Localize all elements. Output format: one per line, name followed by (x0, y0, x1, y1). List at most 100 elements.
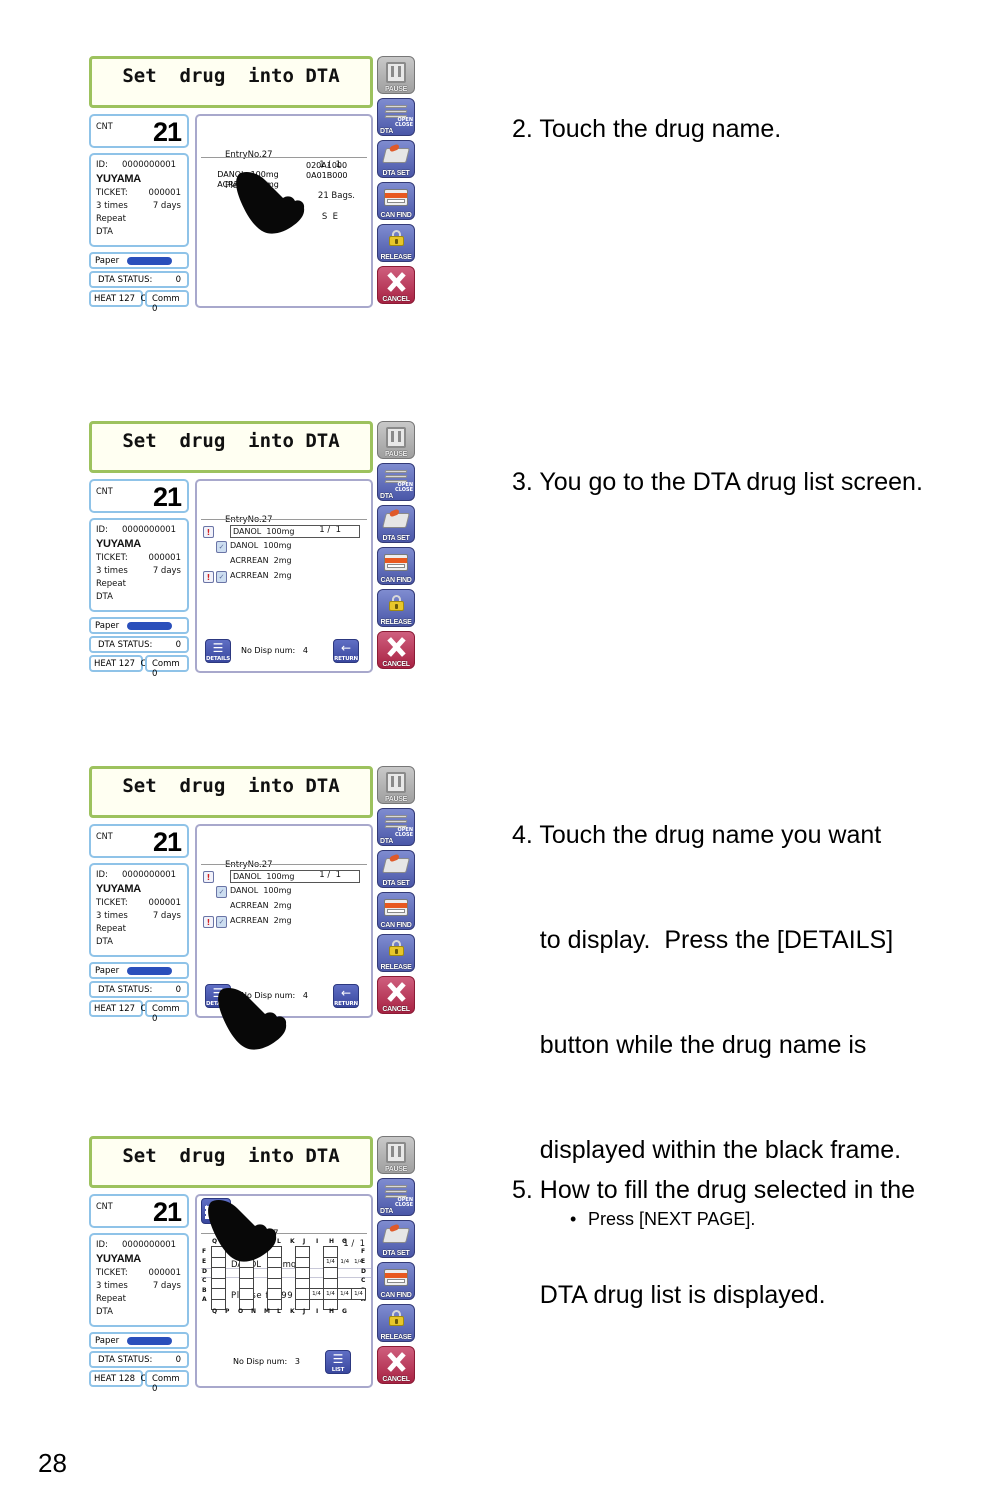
grid-cell[interactable]: 1/4 (338, 1257, 352, 1268)
grid-col-label: P (225, 1308, 230, 1315)
grid-cell[interactable] (352, 1299, 366, 1310)
times-value: 3 times (96, 566, 128, 576)
drug-name: DANOL 100mg (230, 541, 292, 550)
pause-button[interactable]: PAUSE (377, 421, 415, 459)
grid-cell[interactable] (338, 1247, 352, 1258)
grid-cell[interactable] (352, 1268, 366, 1279)
dta-open-close-button[interactable]: DTA OPEN CLOSE (377, 808, 415, 846)
grid-cell[interactable] (352, 1247, 366, 1258)
pause-button[interactable]: PAUSE (377, 766, 415, 804)
cnt-panel: CNT 21 (89, 1194, 189, 1228)
can-find-button[interactable]: CAN FIND (377, 182, 415, 220)
grid-cell[interactable]: 1/4 (309, 1288, 324, 1300)
grid-cell[interactable] (295, 1256, 310, 1268)
grid-cell[interactable] (352, 1278, 366, 1289)
list-icon: ☰ (332, 1352, 344, 1366)
drug-name: DANOL 100mg (230, 886, 292, 895)
can-find-button[interactable]: CAN FIND (377, 1262, 415, 1300)
drug-list-item[interactable]: ACRREAN 2mg (203, 900, 369, 915)
can-find-button[interactable]: CAN FIND (377, 892, 415, 930)
grid-cell[interactable]: 1/4 (323, 1256, 338, 1268)
dta-set-button[interactable]: DTA SET (377, 505, 415, 543)
grid-cell[interactable]: 1/4 (352, 1257, 366, 1268)
drug-name: ACRREAN 2mg (230, 556, 292, 565)
grid-cell[interactable] (211, 1288, 226, 1300)
drug-list-item[interactable]: ! ✓ ACRREAN 2mg (203, 915, 369, 930)
grid-col-label: I (316, 1238, 319, 1245)
cancel-button[interactable]: CANCEL (377, 631, 415, 669)
dta-open-close-button[interactable]: DTA OPEN CLOSE (377, 98, 415, 136)
grid-cell[interactable] (295, 1288, 310, 1300)
grid-cell[interactable] (295, 1277, 310, 1289)
pause-button-label: PAUSE (384, 451, 408, 458)
grid-cell[interactable]: 1/4 (351, 1288, 366, 1300)
grid-cell[interactable]: 1/4 (323, 1288, 338, 1300)
can-find-button[interactable]: CAN FIND (377, 547, 415, 585)
grid-cell[interactable] (295, 1246, 310, 1258)
check-icon: ✓ (216, 571, 227, 583)
grid-cell[interactable]: 1/4 (337, 1288, 352, 1300)
release-button[interactable]: RELEASE (377, 1304, 415, 1342)
grid-cell[interactable] (254, 1289, 268, 1300)
grid-cell[interactable] (310, 1278, 324, 1289)
grid-cell[interactable] (282, 1247, 296, 1258)
grid-cell[interactable] (295, 1267, 310, 1279)
grid-cell[interactable] (254, 1278, 268, 1289)
drug-list-item[interactable]: ! ✓ ACRREAN 2mg (203, 570, 369, 585)
grid-cell[interactable] (267, 1277, 282, 1289)
cancel-button[interactable]: CANCEL (377, 976, 415, 1014)
paper-status: Paper (89, 252, 189, 269)
grid-cell[interactable] (226, 1289, 240, 1300)
grid-cell[interactable] (226, 1278, 240, 1289)
grid-cell[interactable] (323, 1267, 338, 1279)
dta-open-close-button[interactable]: DTA OPEN CLOSE (377, 463, 415, 501)
pause-button[interactable]: PAUSE (377, 1136, 415, 1174)
grid-cell[interactable] (323, 1277, 338, 1289)
cancel-button[interactable]: CANCEL (377, 266, 415, 304)
divider (201, 864, 367, 865)
grid-cell[interactable] (323, 1246, 338, 1258)
grid-cell[interactable] (310, 1247, 324, 1258)
grid-cell[interactable] (310, 1268, 324, 1279)
dta-open-close-button[interactable]: DTA OPEN CLOSE (377, 1178, 415, 1216)
release-label: RELEASE (380, 1334, 412, 1341)
cancel-button[interactable]: CANCEL (377, 1346, 415, 1384)
drug-list-item[interactable]: ! DANOL 100mg (203, 870, 369, 885)
pause-button[interactable]: PAUSE (377, 56, 415, 94)
drug-name: DANOL 100mg (230, 870, 360, 883)
ticket-value: 000001 (148, 553, 181, 563)
main-content-area: EntryNo.27 1 / 1 ! DANOL 100mg ✓ DANOL 1… (195, 479, 373, 673)
drug-list-item[interactable]: ✓ DANOL 100mg (203, 540, 369, 555)
grid-cell[interactable] (239, 1277, 254, 1289)
grid-cell[interactable] (310, 1257, 324, 1268)
grid-cell[interactable] (282, 1278, 296, 1289)
release-label: RELEASE (380, 254, 412, 261)
release-button[interactable]: RELEASE (377, 224, 415, 262)
screen-title-bar: Set drug into DTA (89, 56, 373, 108)
release-button[interactable]: RELEASE (377, 934, 415, 972)
release-button[interactable]: RELEASE (377, 589, 415, 627)
open-close-sublabel: OPEN CLOSE (395, 482, 413, 493)
dta-set-button[interactable]: DTA SET (377, 140, 415, 178)
return-button[interactable]: ← RETURN (333, 639, 359, 663)
drug-list-item[interactable]: ! DANOL 100mg (203, 525, 369, 540)
list-button[interactable]: ☰ LIST (325, 1350, 351, 1374)
dta-set-button[interactable]: DTA SET (377, 850, 415, 888)
grid-cell[interactable] (211, 1277, 226, 1289)
screen-title: Set drug into DTA (122, 430, 340, 452)
cancel-label: CANCEL (382, 1006, 410, 1013)
grid-col-label: N (251, 1308, 257, 1315)
grid-cell[interactable] (338, 1278, 352, 1289)
side-button-column: PAUSE DTA OPEN CLOSE DTA SET CAN FIND REL… (377, 766, 415, 1018)
grid-cell[interactable] (282, 1268, 296, 1279)
grid-cell[interactable] (282, 1257, 296, 1268)
drug-list-item[interactable]: ✓ DANOL 100mg (203, 885, 369, 900)
return-button[interactable]: ← RETURN (333, 984, 359, 1008)
details-button[interactable]: ☰ DETAILS (205, 639, 231, 663)
grid-cell[interactable] (239, 1288, 254, 1300)
grid-cell[interactable] (338, 1268, 352, 1279)
dta-set-button[interactable]: DTA SET (377, 1220, 415, 1258)
grid-cell[interactable] (267, 1288, 282, 1300)
drug-list-item[interactable]: ACRREAN 2mg (203, 555, 369, 570)
grid-cell[interactable] (282, 1289, 296, 1300)
